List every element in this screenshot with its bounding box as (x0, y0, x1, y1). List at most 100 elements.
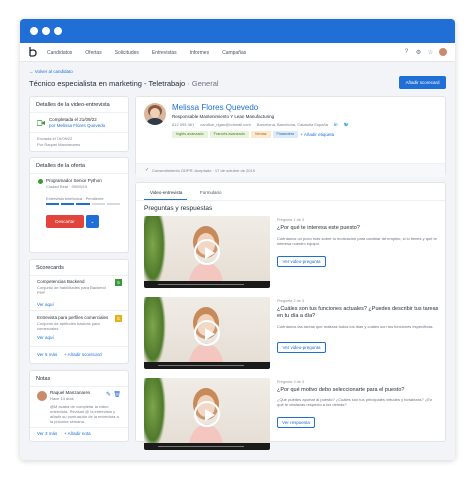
page-title: Técnico especialista en marketing - Tele… (29, 79, 219, 88)
linkedin-icon[interactable]: in (334, 122, 338, 128)
window-dot-icon (54, 27, 62, 35)
question-text: ¿Cuáles son tus funciones actuales? ¿Pue… (277, 306, 439, 319)
page-title-text: Técnico especialista en marketing - Tele… (29, 79, 186, 88)
video-player[interactable] (144, 216, 270, 288)
tab-video-interview[interactable]: Video-entrevista (150, 190, 182, 195)
view-answer-button[interactable]: Ver respuesta (277, 417, 315, 428)
add-scorecard-link[interactable]: + Añadir scorecard (64, 352, 102, 357)
back-link-label: Volver al candidato (34, 69, 73, 74)
offer-details-card: Detalles de la oferta Programador Senior… (29, 157, 129, 253)
app-logo-icon[interactable] (27, 46, 39, 58)
offer-location: Ciudad Real · 09/09/19 (46, 184, 88, 189)
question-subtext: Cuéntanos las tareas que realizas todos … (277, 324, 434, 329)
candidate-contact: 612 095 461 candice_rigan@hotmail.com Ba… (172, 122, 349, 128)
question-number: Pregunta 2 de 3 (277, 299, 305, 303)
avatar[interactable] (439, 48, 447, 56)
offer-name[interactable]: Programador Senior Python (46, 178, 102, 183)
twitter-icon[interactable]: 🐦 (343, 122, 349, 128)
note-text: @M acaba de completar la video entrevist… (50, 404, 119, 424)
interview-by-link[interactable]: por Melissa Flores Quevedo (49, 123, 105, 128)
avatar (37, 391, 47, 401)
scorecards-heading: Scorecards (36, 265, 64, 271)
questions-heading: Preguntas y respuestas (144, 205, 213, 212)
window-dot-icon (42, 27, 50, 35)
check-icon: ✓ (145, 167, 150, 173)
score-badge: 5 (115, 315, 122, 322)
scorecards-see-more-link[interactable]: Ver 5 más (37, 352, 57, 357)
nav-solicitudes[interactable]: Solicitudes (115, 50, 139, 56)
scorecard-see-link[interactable]: Ver aquí (37, 302, 54, 307)
interview-created: Enviada el 19/09/22 (37, 136, 73, 141)
play-icon[interactable] (194, 401, 220, 427)
view-video-question-button[interactable]: Ver video-pregunta (277, 342, 326, 353)
pencil-icon[interactable]: ✎ (106, 391, 111, 398)
add-scorecard-button[interactable]: Añadir scorecard (399, 76, 446, 89)
nav-campanas[interactable]: Campañas (222, 50, 246, 56)
question-text: ¿Por qué te interesa este puesto? (277, 225, 360, 231)
add-tag-link[interactable]: + Añadir etiqueta (300, 132, 334, 137)
interview-details-card: Detalles de la video-entrevista Completa… (29, 96, 129, 152)
video-controls[interactable] (144, 362, 270, 369)
nav-ofertas[interactable]: Ofertas (85, 50, 101, 56)
score-badge: 5 (115, 279, 122, 286)
interview-details-heading: Detalles de la video-entrevista (36, 102, 110, 108)
play-icon[interactable] (194, 239, 220, 265)
scorecards-card: Scorecards Competencias Backend Conjunto… (29, 259, 129, 364)
video-controls[interactable] (144, 281, 270, 288)
question-subtext: ¿Qué puedes aportar al puesto? ¿Cuáles s… (277, 397, 433, 407)
stage-progress (46, 203, 121, 205)
interview-creator: Por Raquel Manzanares (37, 142, 81, 147)
notes-card: Notas Raquel Manzanares Hace 14 días ✎ 🗑… (29, 370, 129, 442)
discard-button[interactable]: Descartar (46, 215, 84, 228)
offer-details-heading: Detalles de la oferta (36, 163, 85, 169)
tag[interactable]: Ventas (250, 131, 271, 138)
app-window: Candidatos Ofertas Solicitudes Entrevist… (20, 19, 455, 460)
note-time: Hace 14 días (50, 396, 74, 401)
offer-stage: Entrevista telefónica · Pendiente (46, 196, 104, 201)
candidate-location: Barcelona, Barcelona, Cataluña España (256, 122, 328, 127)
note-author: Raquel Manzanares (50, 390, 91, 395)
video-player[interactable] (144, 378, 270, 450)
candidate-avatar (144, 103, 166, 125)
question-subtext: Cuéntanos un poco más sobre tu motivació… (277, 236, 437, 246)
question-text: ¿Por qué motivo debo seleccionarte para … (277, 387, 405, 393)
window-dot-icon (30, 27, 38, 35)
view-video-question-button[interactable]: Ver video-pregunta (277, 256, 326, 267)
back-link[interactable]: ← Volver al candidato (29, 69, 73, 74)
chevron-down-icon[interactable]: ⌄ (86, 215, 99, 228)
nav-entrevistas[interactable]: Entrevistas (152, 50, 177, 56)
scorecard-desc: Conjunto de habilidades para Backend PHP (37, 285, 106, 295)
page-title-suffix: · General (185, 79, 219, 88)
gdpr-bar: ✓ Consentimiento GDPR: Aceptado · 17 de … (136, 163, 445, 177)
gdpr-text: Consentimiento GDPR: Aceptado · 17 de oc… (152, 168, 255, 173)
window-titlebar (20, 19, 455, 43)
notes-see-more-link[interactable]: Ver 3 más (37, 431, 57, 436)
scorecard-title: Entrevista para perfiles comerciales (37, 315, 109, 320)
interview-content-card: Video-entrevista Formulario Preguntas y … (135, 182, 446, 450)
question-number: Pregunta 3 de 3 (277, 380, 305, 384)
gear-icon[interactable]: ⚙ (415, 49, 422, 56)
video-controls[interactable] (144, 443, 270, 450)
candidate-phone: 612 095 461 (172, 122, 195, 127)
candidate-email[interactable]: candice_rigan@hotmail.com (200, 122, 251, 128)
top-navigation: Candidatos Ofertas Solicitudes Entrevist… (20, 43, 455, 62)
tag[interactable]: Financiero (272, 131, 299, 138)
tag[interactable]: Inglés avanzado (172, 131, 208, 138)
trash-icon[interactable]: 🗑 (113, 391, 121, 398)
star-icon[interactable]: ☆ (427, 49, 434, 56)
video-camera-icon (37, 120, 45, 126)
help-icon[interactable]: ? (403, 49, 410, 56)
nav-candidatos[interactable]: Candidatos (47, 50, 72, 56)
candidate-role: Responsable Mantenimiento Y Lean Manufac… (172, 114, 275, 119)
nav-informes[interactable]: Informes (190, 50, 209, 56)
tag-list: Inglés avanzado Francés avanzado Ventas … (172, 131, 334, 138)
tab-form[interactable]: Formulario (200, 190, 222, 195)
add-note-link[interactable]: + Añadir nota (64, 431, 91, 436)
candidate-name: Melissa Flores Quevedo (172, 103, 259, 112)
candidate-card: Melissa Flores Quevedo Responsable Mante… (135, 96, 446, 177)
scorecard-see-link[interactable]: Ver aquí (37, 335, 54, 340)
status-dot-icon (38, 179, 43, 184)
video-player[interactable] (144, 297, 270, 369)
play-icon[interactable] (194, 320, 220, 346)
tag[interactable]: Francés avanzado (209, 131, 249, 138)
